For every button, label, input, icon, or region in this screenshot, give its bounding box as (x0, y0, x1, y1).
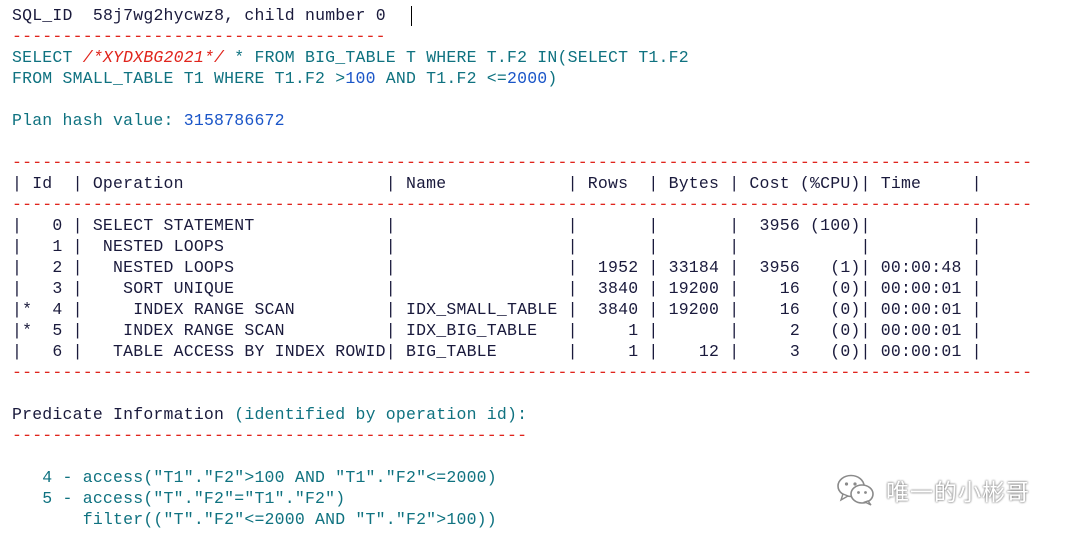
plan-hash-line: Plan hash value: 3158786672 (12, 110, 285, 131)
plan-hash-value: 3158786672 (183, 111, 285, 130)
predicate-line-4: 4 - access("T1"."F2">100 AND "T1"."F2"<=… (12, 468, 497, 487)
predicate-line-5: 5 - access("T"."F2"="T1"."F2") (12, 489, 346, 508)
child-number-label: , child number (224, 6, 366, 25)
sql-hint-comment: /*XYDXBG2021*/ (82, 48, 225, 67)
watermark: 唯一的小彬哥 (836, 470, 1030, 510)
predicate-title-b: (identified by operation id): (234, 405, 528, 424)
plan-separator-top: ----------------------------------------… (12, 153, 1033, 172)
sql-select-keyword: SELECT (12, 48, 83, 67)
watermark-text: 唯一的小彬哥 (886, 480, 1030, 506)
sql-close-paren: ) (547, 69, 558, 88)
plan-separator-bottom: ----------------------------------------… (12, 363, 1033, 382)
sql-id-label: SQL_ID (12, 6, 73, 25)
plan-row-5: |* 5 | INDEX RANGE SCAN | IDX_BIG_TABLE … (12, 321, 982, 340)
plan-row-1: | 1 | NESTED LOOPS | | | | | | (12, 237, 982, 256)
predicate-separator: ----------------------------------------… (12, 426, 528, 445)
sql-text-line-1: SELECT /*XYDXBG2021*/ * FROM BIG_TABLE T… (12, 47, 689, 68)
sql-id-value: 58j7wg2hycwz8 (92, 6, 225, 25)
sql-number-2000: 2000 (507, 69, 548, 88)
predicate-title-a: Predicate Information (12, 405, 235, 424)
plan-hash-label: Plan hash value: (12, 111, 184, 130)
sql-id-line: SQL_ID 58j7wg2hycwz8, child number 0 (12, 5, 386, 26)
predicate-title: Predicate Information (identified by ope… (12, 404, 527, 425)
predicate-line-5-filter: filter(("T"."F2"<=2000 AND "T"."F2">100)… (12, 510, 497, 529)
plan-table-header: | Id | Operation | Name | Rows | Bytes |… (12, 174, 982, 193)
sql-text-rest: * FROM BIG_TABLE T WHERE T.F2 IN(SELECT … (224, 48, 689, 67)
sql-number-100: 100 (345, 69, 376, 88)
plan-row-0: | 0 | SELECT STATEMENT | | | | 3956 (100… (12, 216, 982, 235)
sql-text-line-2: FROM SMALL_TABLE T1 WHERE T1.F2 >100 AND… (12, 68, 558, 89)
text-cursor (411, 6, 412, 26)
plan-row-4: |* 4 | INDEX RANGE SCAN | IDX_SMALL_TABL… (12, 300, 982, 319)
plan-row-2: | 2 | NESTED LOOPS | | 1952 | 33184 | 39… (12, 258, 982, 277)
wechat-icon (836, 473, 876, 507)
plan-row-3: | 3 | SORT UNIQUE | | 3840 | 19200 | 16 … (12, 279, 982, 298)
sql-from-clause: FROM SMALL_TABLE T1 WHERE T1.F2 > (12, 69, 346, 88)
sql-plan-editor[interactable]: SQL_ID 58j7wg2hycwz8, child number 0 ---… (0, 0, 1080, 536)
plan-row-6: | 6 | TABLE ACCESS BY INDEX ROWID| BIG_T… (12, 342, 982, 361)
separator-1: ------------------------------------- (12, 27, 386, 46)
child-number-value: 0 (375, 6, 386, 25)
sql-and-clause: AND T1.F2 <= (375, 69, 507, 88)
plan-separator-header: ----------------------------------------… (12, 195, 1033, 214)
